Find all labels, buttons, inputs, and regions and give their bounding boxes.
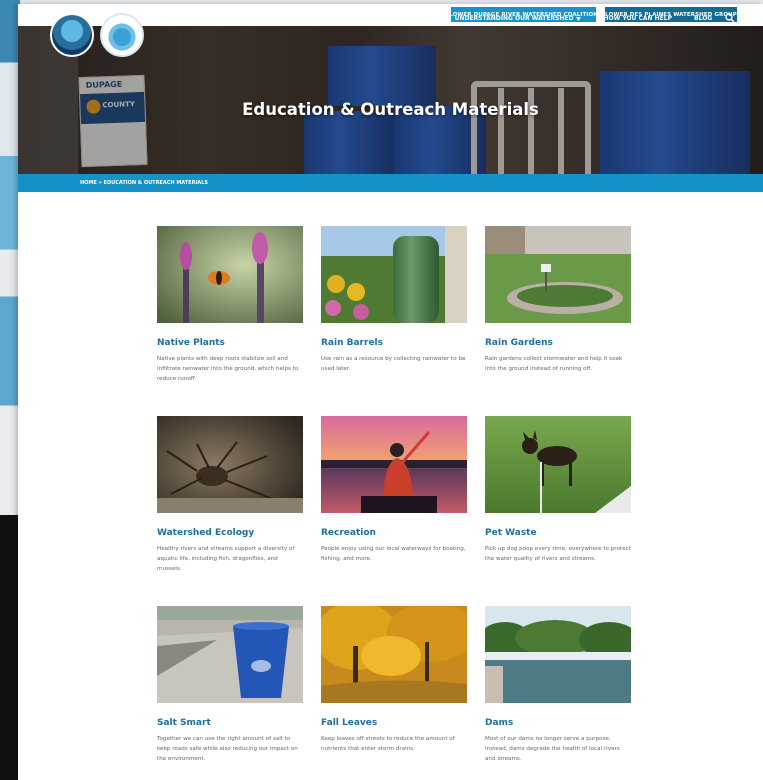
card-image-recreation[interactable] — [321, 416, 467, 513]
nav-about-label: About Us — [398, 15, 433, 22]
card-image-rain-barrels[interactable] — [321, 226, 467, 323]
page: Lower DuPage River Watershed Coalition L… — [18, 4, 763, 780]
card-description: Healthy rivers and streams support a div… — [157, 546, 295, 572]
card-image-salt-smart[interactable] — [157, 606, 303, 703]
card-title[interactable]: Dams — [485, 718, 631, 728]
nav-understanding-label: Understanding Our Watershed — [454, 15, 574, 22]
card-title[interactable]: Pet Waste — [485, 528, 631, 538]
card-title[interactable]: Rain Barrels — [321, 338, 467, 348]
card-image-native-plants[interactable] — [157, 226, 303, 323]
search-icon[interactable] — [725, 13, 735, 23]
materials-grid: Native Plants Native plants with deep ro… — [157, 226, 632, 780]
header-logos — [50, 13, 144, 57]
nav-blog-label: Blog — [694, 15, 713, 22]
card-description: Use rain as a resource by collecting rai… — [321, 356, 466, 372]
card-fall-leaves[interactable]: Fall Leaves Keep leaves off streets to r… — [321, 606, 467, 780]
card-image-fall-leaves[interactable] — [321, 606, 467, 703]
card-rain-gardens[interactable]: Rain Gardens Rain gardens collect stormw… — [485, 226, 631, 416]
nav-how-you-can-help[interactable]: How You Can Help — [603, 15, 672, 22]
nav-about-us[interactable]: About Us — [398, 15, 433, 22]
card-title[interactable]: Native Plants — [157, 338, 303, 348]
card-salt-smart[interactable]: Salt Smart Together we can use the right… — [157, 606, 303, 780]
card-description: Together we can use the right amount of … — [157, 736, 298, 762]
card-image-rain-gardens[interactable] — [485, 226, 631, 323]
card-pet-waste[interactable]: Pet Waste Pick up dog poop every time, e… — [485, 416, 631, 606]
card-rain-barrels[interactable]: Rain Barrels Use rain as a resource by c… — [321, 226, 467, 416]
card-recreation[interactable]: Recreation People enjoy using our local … — [321, 416, 467, 606]
card-image-pet-waste[interactable] — [485, 416, 631, 513]
card-title[interactable]: Recreation — [321, 528, 467, 538]
nav-understanding-watershed[interactable]: Understanding Our Watershed — [455, 15, 582, 22]
card-description: Rain gardens collect stormwater and help… — [485, 356, 623, 372]
logo-lower-des-plaines[interactable] — [100, 13, 144, 57]
page-title: Education & Outreach Materials — [242, 100, 539, 119]
main-nav: About Us Understanding Our Watershed How… — [398, 15, 734, 22]
card-title[interactable]: Fall Leaves — [321, 718, 467, 728]
card-title[interactable]: Salt Smart — [157, 718, 303, 728]
card-watershed-ecology[interactable]: Watershed Ecology Healthy rivers and str… — [157, 416, 303, 606]
card-dams[interactable]: Dams Most of our dams no longer serve a … — [485, 606, 631, 780]
card-description: People enjoy using our local waterways f… — [321, 546, 466, 562]
card-image-dams[interactable] — [485, 606, 631, 703]
breadcrumb: Home » Education & Outreach Materials — [18, 174, 763, 192]
card-description: Keep leaves off streets to reduce the am… — [321, 736, 455, 752]
card-title[interactable]: Watershed Ecology — [157, 528, 303, 538]
card-description: Pick up dog poop every time, everywhere … — [485, 546, 631, 562]
chevron-down-icon — [576, 16, 582, 21]
nav-help-label: How You Can Help — [603, 15, 673, 22]
card-description: Most of our dams no longer serve a purpo… — [485, 736, 620, 762]
logo-lower-dupage[interactable] — [50, 13, 94, 57]
nav-blog[interactable]: Blog — [694, 15, 712, 22]
card-description: Native plants with deep roots stabilize … — [157, 356, 299, 382]
card-image-watershed-ecology[interactable] — [157, 416, 303, 513]
card-native-plants[interactable]: Native Plants Native plants with deep ro… — [157, 226, 303, 416]
background-strip — [0, 0, 20, 780]
card-title[interactable]: Rain Gardens — [485, 338, 631, 348]
